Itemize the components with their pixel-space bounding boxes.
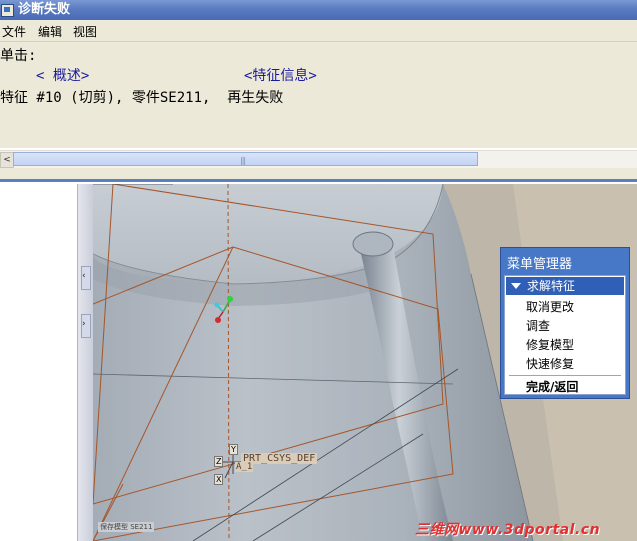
prompt-text: 单击:: [0, 48, 37, 64]
axis-y-mark: Y: [229, 444, 238, 455]
failure-message: 特征 #10 (切剪), 零件SE211, 再生失败: [0, 90, 284, 106]
overview-link[interactable]: < 概述>: [36, 65, 89, 85]
feature-info-link[interactable]: <特征信息>: [244, 65, 317, 85]
title-bar[interactable]: 诊断失败: [0, 0, 637, 20]
undo-changes-item[interactable]: 取消更改: [526, 298, 574, 315]
window-bottom-border: [0, 168, 637, 182]
scroll-left-arrow[interactable]: <: [0, 152, 14, 168]
menu-bar: 文件 编辑 视图: [0, 20, 637, 42]
collapse-left-icon[interactable]: ‹: [81, 266, 91, 290]
axis-z-mark: Z: [214, 456, 224, 467]
menu-separator: [509, 375, 621, 376]
scroll-thumb[interactable]: |||: [13, 152, 478, 166]
model-status-label: 保存模型 SE211: [98, 522, 155, 532]
scroll-grip-icon: |||: [240, 156, 246, 165]
model-tree-pane[interactable]: [0, 184, 77, 541]
horizontal-scrollbar[interactable]: < |||: [0, 150, 637, 168]
menu-manager: 菜单管理器 求解特征 取消更改 调查 修复模型 快速修复 完成/返回: [500, 247, 630, 399]
menu-file[interactable]: 文件: [2, 23, 26, 40]
csys-sub-label: A_1: [235, 462, 254, 472]
window-title: 诊断失败: [18, 2, 71, 17]
menu-view[interactable]: 视图: [73, 23, 97, 40]
watermark: 三维网www.3dportal.cn: [415, 522, 601, 538]
quick-fix-item[interactable]: 快速修复: [526, 355, 574, 372]
menu-manager-title: 菜单管理器: [507, 257, 573, 272]
axis-x-mark: X: [214, 474, 224, 485]
solve-feature-header[interactable]: 求解特征: [506, 277, 624, 295]
investigate-item[interactable]: 调查: [526, 317, 550, 334]
window-icon: [1, 4, 14, 17]
done-return-button[interactable]: 完成/返回: [526, 378, 578, 395]
menu-manager-list: 求解特征 取消更改 调查 修复模型 快速修复 完成/返回: [504, 275, 626, 395]
pane-splitter[interactable]: ‹ ›: [77, 184, 94, 541]
triangle-down-icon: [511, 283, 521, 289]
solve-feature-label: 求解特征: [527, 279, 576, 293]
expand-right-icon[interactable]: ›: [81, 314, 91, 338]
diagnostic-content: 单击: < 概述> <特征信息> 特征 #10 (切剪), 零件SE211, 再…: [0, 42, 637, 148]
menu-edit[interactable]: 编辑: [38, 23, 62, 40]
fix-model-item[interactable]: 修复模型: [526, 336, 574, 353]
